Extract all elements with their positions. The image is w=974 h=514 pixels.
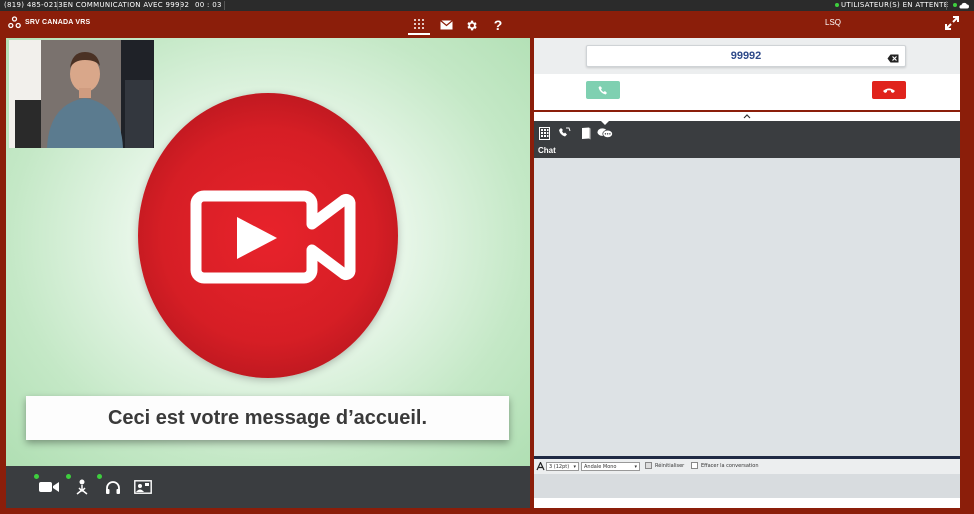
gear-icon <box>466 20 477 30</box>
video-toolbar <box>6 466 530 508</box>
dial-number-field[interactable]: 99992 <box>586 45 906 67</box>
text-color-icon <box>536 461 545 471</box>
call-status: EN COMMUNICATION AVEC 99992 <box>63 1 190 9</box>
brand-name: SRV CANADA VRS <box>25 19 91 26</box>
chat-conversation-area <box>534 158 960 456</box>
video-camera-play-icon <box>190 190 356 284</box>
font-size-value: 3 (12pt) <box>549 464 570 470</box>
help-button[interactable]: ? <box>487 15 509 35</box>
chat-icon <box>597 128 613 138</box>
collapse-toggle[interactable] <box>534 112 960 121</box>
settings-button[interactable] <box>460 15 482 35</box>
keypad-tab[interactable] <box>536 125 552 141</box>
keypad-icon <box>538 126 550 140</box>
hangup-button[interactable] <box>872 81 906 99</box>
status-dot-icon <box>953 3 957 7</box>
brand-logo: SRV CANADA VRS <box>8 16 90 29</box>
srv-logo-icon <box>8 16 21 29</box>
phone-hand-icon <box>558 127 570 137</box>
self-view-icon <box>134 480 152 494</box>
reset-button[interactable]: Réinitialiser <box>645 462 684 471</box>
book-tab[interactable] <box>578 125 594 141</box>
divider <box>180 1 181 10</box>
phone-icon <box>598 86 607 95</box>
text-color-button[interactable] <box>536 461 545 471</box>
divider <box>224 1 225 10</box>
phone-number: (819) 485-0213 <box>4 1 63 9</box>
language-label[interactable]: LSQ <box>825 18 841 27</box>
font-size-select[interactable]: 3 (12pt) ▾ <box>546 462 579 471</box>
call-timer: 00 : 03 <box>195 1 222 9</box>
connection-indicator <box>953 0 969 11</box>
video-camera-icon <box>39 482 59 492</box>
dial-panel: 99992 <box>534 38 960 110</box>
clear-conversation-button[interactable]: Effacer la conversation <box>691 462 759 471</box>
chat-input[interactable] <box>534 474 960 498</box>
divider <box>57 1 58 10</box>
waiting-users[interactable]: UTILISATEUR(S) EN ATTENTE <box>835 0 948 11</box>
self-view-video <box>9 40 154 148</box>
phone-hand-tab[interactable] <box>556 125 572 141</box>
chat-tabs-bar: Chat <box>534 121 960 158</box>
self-view-image <box>9 40 154 148</box>
camera-toggle-button[interactable] <box>37 476 61 498</box>
mail-icon <box>439 20 453 30</box>
headset-icon <box>106 480 120 494</box>
clear-conversation-label: Effacer la conversation <box>701 463 759 469</box>
chat-tab-label: Chat <box>538 146 556 155</box>
waiting-users-label: UTILISATEUR(S) EN ATTENTE <box>841 1 949 9</box>
call-button[interactable] <box>586 81 620 99</box>
chevron-up-icon <box>743 114 751 119</box>
microphone-icon <box>76 479 88 495</box>
dialpad-tab[interactable] <box>408 15 430 35</box>
cloud-icon <box>959 2 969 8</box>
app-header: SRV CANADA VRS ? LSQ <box>0 11 974 38</box>
welcome-video-logo <box>138 93 398 378</box>
reset-label: Réinitialiser <box>655 463 685 469</box>
help-icon: ? <box>493 17 503 33</box>
audio-toggle-button[interactable] <box>101 476 125 498</box>
dial-number: 99992 <box>730 50 762 62</box>
chat-tab[interactable] <box>597 125 613 141</box>
mail-button[interactable] <box>435 15 457 35</box>
status-dot-icon <box>835 3 839 7</box>
expand-icon <box>945 16 959 30</box>
status-bar: (819) 485-0213 EN COMMUNICATION AVEC 999… <box>0 0 974 11</box>
book-icon <box>582 127 591 139</box>
video-panel: Ceci est votre message d’accueil. <box>6 38 530 466</box>
welcome-message-banner: Ceci est votre message d’accueil. <box>26 396 509 440</box>
font-family-select[interactable]: Andale Mono ▾ <box>581 462 640 471</box>
reset-checkbox-icon <box>645 462 652 469</box>
chevron-down-icon: ▾ <box>573 464 576 470</box>
self-view-toggle-button[interactable] <box>131 476 155 498</box>
divider <box>946 1 947 10</box>
backspace-icon <box>887 54 899 63</box>
pencil-icon <box>691 462 698 469</box>
chat-footer <box>534 498 960 508</box>
chat-format-bar: 3 (12pt) ▾ Andale Mono ▾ Réinitialiser Eff… <box>534 459 960 474</box>
font-family-value: Andale Mono <box>584 464 617 470</box>
dialpad-icon <box>414 19 424 29</box>
fullscreen-button[interactable] <box>944 15 960 36</box>
welcome-message: Ceci est votre message d’accueil. <box>107 406 428 429</box>
signer-toggle-button[interactable] <box>70 476 94 498</box>
chevron-down-icon: ▾ <box>634 464 637 470</box>
backspace-button[interactable] <box>887 50 899 70</box>
hangup-icon <box>883 88 895 93</box>
